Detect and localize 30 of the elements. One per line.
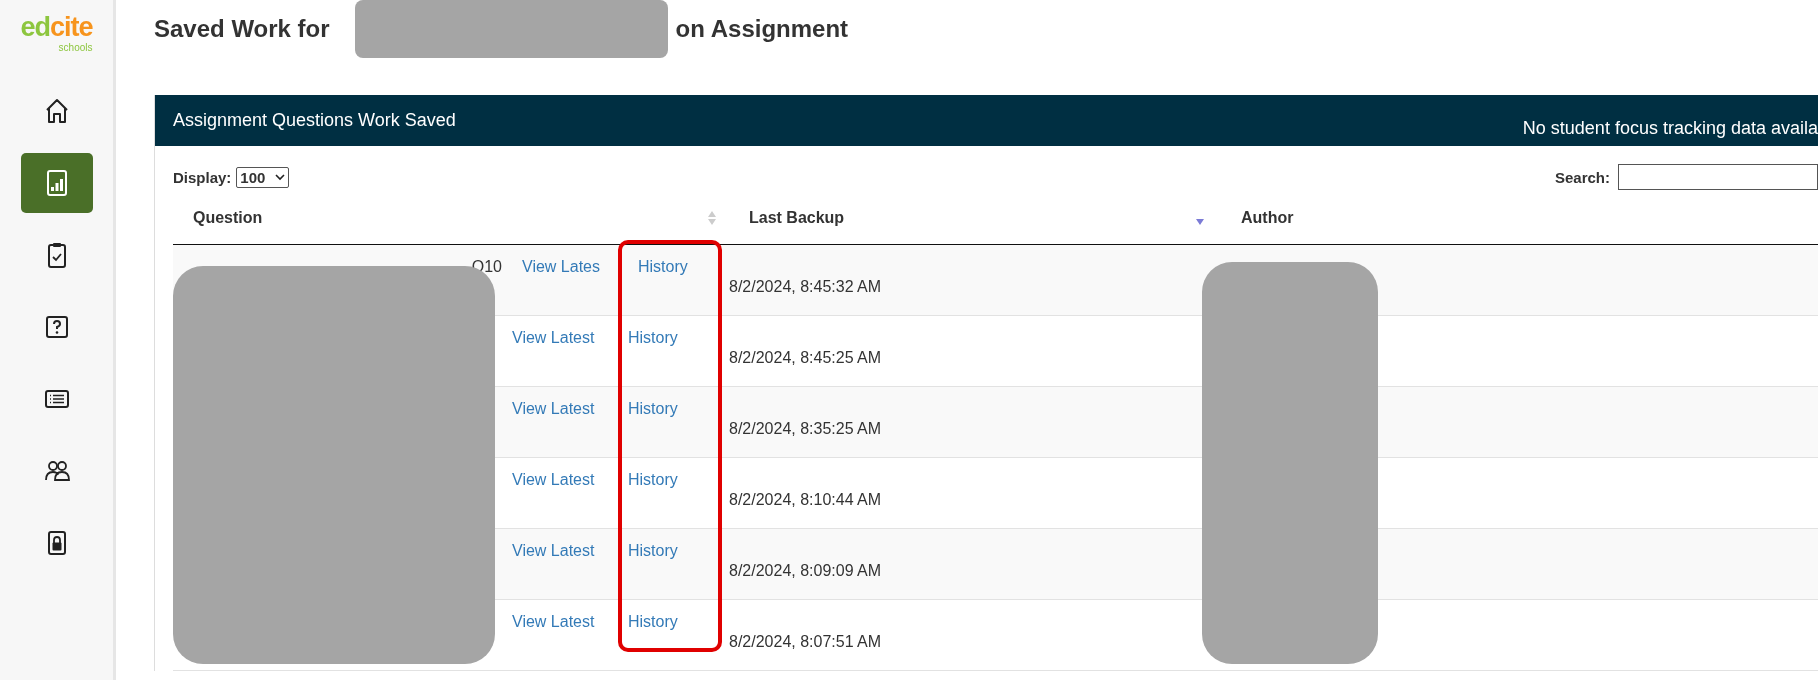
view-latest-link[interactable]: View Latest: [512, 329, 628, 386]
history-link[interactable]: History: [628, 329, 678, 386]
column-header[interactable]: Author: [1241, 209, 1294, 226]
history-link[interactable]: History: [628, 542, 678, 599]
chevron-down-icon: [275, 173, 286, 181]
history-link[interactable]: History: [628, 613, 678, 670]
backup-date: 8/2/2024, 8:45:32 AM: [729, 277, 882, 297]
page-title: on Assignment: [675, 15, 849, 43]
search-field[interactable]: [1618, 164, 1818, 190]
history-link[interactable]: History: [638, 258, 688, 315]
display-label: Display:: [173, 168, 232, 186]
display-dropdown[interactable]: 100: [236, 166, 290, 188]
history-link[interactable]: History: [628, 400, 678, 457]
column-header[interactable]: Last Backup: [749, 209, 845, 227]
view-latest-link[interactable]: View Latest: [512, 471, 628, 528]
panel-title: Assignment Questions Work Saved: [173, 110, 456, 131]
view-latest-link[interactable]: View Lates: [522, 258, 638, 315]
backup-date: 8/2/2024, 8:09:09 AM: [729, 561, 882, 581]
tracking-notice: No student focus tracking data availa: [1522, 118, 1818, 139]
column-header[interactable]: Question: [193, 209, 263, 227]
backup-date: 8/2/2024, 8:07:51 AM: [729, 632, 882, 652]
view-latest-link[interactable]: View Latest: [512, 613, 628, 670]
backup-date: 8/2/2024, 8:45:25 AM: [729, 348, 882, 368]
view-latest-link[interactable]: View Latest: [512, 542, 628, 599]
history-link[interactable]: History: [628, 471, 678, 528]
view-latest-link[interactable]: View Latest: [512, 400, 628, 457]
page-title: Saved Work for: [154, 15, 330, 43]
backup-date: 8/2/2024, 8:10:44 AM: [729, 490, 882, 510]
backup-date: 8/2/2024, 8:35:25 AM: [729, 419, 882, 439]
search-label: Search:: [1554, 168, 1610, 186]
